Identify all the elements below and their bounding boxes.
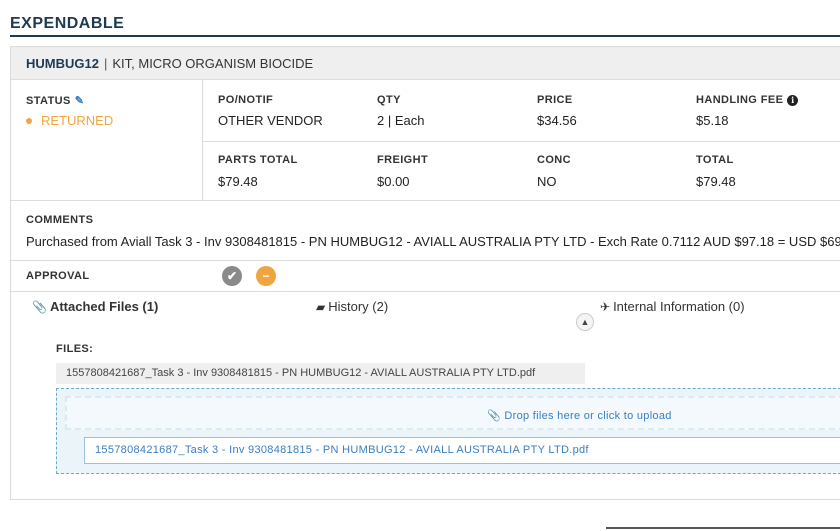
files-label: FILES: [56, 343, 94, 355]
bottom-edge-divider [606, 527, 840, 529]
upload-file-item[interactable]: 1557808421687_Task 3 - Inv 9308481815 - … [84, 437, 840, 464]
price-label: PRICE [537, 94, 573, 106]
conc-label: CONC [537, 154, 571, 166]
status-value: RETURNED [26, 113, 113, 128]
total-value: $79.48 [696, 174, 736, 189]
status-label: STATUS ✎ [26, 94, 85, 107]
info-icon[interactable]: i [787, 95, 799, 106]
po-notif-label: PO/NOTIF [218, 94, 274, 106]
freight-value: $0.00 [377, 174, 410, 189]
status-text: RETURNED [41, 113, 114, 128]
tab-internal-information-label: Internal Information (0) [613, 299, 745, 314]
file-dropzone[interactable]: 📎 Drop files here or click to upload 155… [56, 388, 840, 474]
status-cell: STATUS ✎ RETURNED [11, 80, 203, 200]
part-number: HUMBUG12 [26, 55, 99, 71]
minus-circle-icon[interactable]: − [256, 266, 276, 286]
parts-total-value: $79.48 [218, 174, 258, 189]
header-separator: | [103, 55, 108, 71]
tab-internal-information[interactable]: ✈ Internal Information (0) [600, 299, 745, 314]
part-description: KIT, MICRO ORGANISM BIOCIDE [112, 55, 314, 71]
po-notif-value: OTHER VENDOR [218, 113, 323, 128]
part-header: HUMBUG12 | KIT, MICRO ORGANISM BIOCIDE [11, 47, 840, 80]
approval-section: APPROVAL ✔ − [11, 261, 840, 292]
paperclip-icon: 📎 [487, 410, 501, 422]
check-circle-icon[interactable]: ✔ [222, 266, 242, 286]
paperclip-icon: 📎 [32, 299, 47, 314]
qty-label: QTY [377, 94, 401, 106]
dropzone-message: 📎 Drop files here or click to upload [487, 410, 672, 422]
pencil-icon[interactable]: ✎ [75, 94, 85, 107]
details-row-2: PARTS TOTAL $79.48 FREIGHT $0.00 CONC NO… [203, 142, 840, 200]
comments-label: COMMENTS [26, 214, 94, 226]
plane-icon: ✈ [600, 299, 611, 314]
approval-label: APPROVAL [26, 270, 90, 282]
handling-fee-value: $5.18 [696, 113, 729, 128]
conc-value: NO [537, 174, 557, 189]
tab-history[interactable]: ▰ History (2) [316, 299, 388, 314]
tab-history-label: History (2) [328, 299, 389, 314]
dropzone-target[interactable]: 📎 Drop files here or click to upload [65, 396, 840, 430]
part-card: HUMBUG12 | KIT, MICRO ORGANISM BIOCIDE S… [10, 46, 840, 500]
parts-total-label: PARTS TOTAL [218, 154, 298, 166]
tab-attached-files[interactable]: 📎 Attached Files (1) [32, 299, 158, 314]
qty-value: 2 | Each [377, 113, 425, 128]
comments-text: Purchased from Aviall Task 3 - Inv 93084… [26, 234, 840, 249]
comments-section: COMMENTS Purchased from Aviall Task 3 - … [11, 200, 840, 261]
book-icon: ▰ [316, 299, 326, 314]
tab-attached-files-label: Attached Files (1) [49, 299, 159, 314]
freight-label: FREIGHT [377, 154, 429, 166]
total-label: TOTAL [696, 154, 734, 166]
chevron-up-icon[interactable]: ▲ [576, 313, 594, 331]
price-value: $34.56 [537, 113, 577, 128]
handling-fee-label: HANDLING FEE i [696, 94, 799, 106]
section-title: EXPENDABLE [10, 15, 125, 32]
attached-file-link[interactable]: 1557808421687_Task 3 - Inv 9308481815 - … [56, 363, 585, 384]
section-divider [10, 35, 840, 37]
status-dot-icon [26, 117, 32, 124]
details-row-1: PO/NOTIF OTHER VENDOR QTY 2 | Each PRICE… [203, 80, 840, 142]
